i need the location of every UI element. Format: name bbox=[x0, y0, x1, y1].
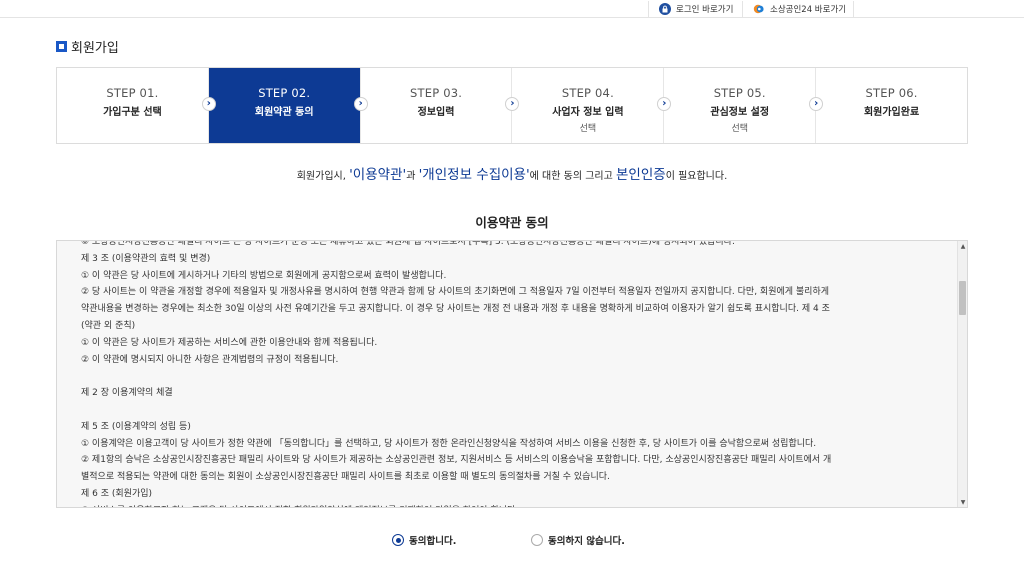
disagree-label: 동의하지 않습니다. bbox=[548, 536, 625, 547]
terms-line: ① 이 약관은 당 사이트에 게시하거나 기타의 방법으로 회원에게 공지함으로… bbox=[81, 270, 447, 281]
top-utility-bar: 로그인 바로가기 소상공인24 바로가기 bbox=[0, 0, 1024, 18]
page-title-text: 회원가입 bbox=[71, 41, 119, 56]
step-number: STEP 06. bbox=[865, 86, 918, 100]
chevron-right-icon: › bbox=[505, 97, 520, 111]
notice-highlight-verification: 본인인증 bbox=[616, 167, 666, 183]
terms-line bbox=[81, 402, 957, 419]
step-4: › STEP 04. 사업자 정보 입력 선택 bbox=[505, 68, 664, 143]
notice-text: 에 대한 동의 그리고 bbox=[529, 171, 616, 182]
notice-highlight-terms: '이용약관' bbox=[349, 167, 407, 183]
step-number: STEP 01. bbox=[106, 86, 159, 100]
disagree-radio[interactable] bbox=[531, 534, 543, 546]
scroll-thumb[interactable] bbox=[959, 281, 966, 315]
terms-line: 제 2 장 이용계약의 체결 bbox=[81, 388, 173, 399]
terms-line: 제 5 조 (이용계약의 성립 등) bbox=[81, 421, 191, 432]
agree-option[interactable]: 동의합니다. bbox=[392, 533, 456, 547]
step-number: STEP 04. bbox=[561, 86, 614, 100]
step-name: 회원가입완료 bbox=[863, 107, 920, 118]
agree-label: 동의합니다. bbox=[409, 536, 457, 547]
terms-line: 별적으로 적용되는 약관에 대한 동의는 회원이 소상공인시장진흥공단 패밀리 … bbox=[81, 472, 610, 483]
agree-radio[interactable] bbox=[392, 534, 404, 546]
scroll-down-arrow-icon[interactable]: ▼ bbox=[958, 497, 967, 507]
lock-icon bbox=[659, 3, 671, 15]
terms-line: ② 당 사이트는 이 약관을 개정할 경우에 적용일자 및 개정사유를 명시하여… bbox=[81, 287, 830, 298]
terms-line: ⑥ 소상공인시장진흥공단 패밀리 사이트 는 당 사이트가 운영 또는 제휴하고… bbox=[81, 240, 735, 247]
page-title: 회원가입 bbox=[56, 37, 119, 56]
terms-line: 제 6 조 (회원가입) bbox=[81, 488, 153, 499]
step-5: › STEP 05. 관심정보 설정 선택 bbox=[657, 68, 816, 143]
terms-line: (약관 외 준칙) bbox=[81, 320, 136, 331]
step-name: 사업자 정보 입력 bbox=[552, 107, 624, 118]
terms-line: ① 이 약관은 당 사이트가 제공하는 서비스에 관한 이용안내와 함께 적용됩… bbox=[81, 337, 378, 348]
login-shortcut-label: 로그인 바로가기 bbox=[676, 5, 734, 15]
terms-line: ① 이용계약은 이용고객이 당 사이트가 정한 약관에 「동의합니다」를 선택하… bbox=[81, 438, 817, 449]
step-optional-note: 선택 bbox=[579, 124, 597, 134]
signup-step-bar: STEP 01. 가입구분 선택 › STEP 02. 회원약관 동의 › ST… bbox=[56, 67, 968, 144]
notice-text: 회원가입시, bbox=[296, 171, 350, 182]
step-3: › STEP 03. 정보입력 bbox=[353, 68, 512, 143]
step-number: STEP 03. bbox=[410, 86, 463, 100]
step-1: STEP 01. 가입구분 선택 bbox=[57, 68, 208, 143]
step-2: › STEP 02. 회원약관 동의 bbox=[201, 68, 360, 143]
step-name: 회원약관 동의 bbox=[254, 107, 314, 118]
notice-text: 이 필요합니다. bbox=[665, 171, 728, 182]
sbz24-shortcut-link[interactable]: 소상공인24 바로가기 bbox=[742, 1, 854, 17]
step-number: STEP 05. bbox=[713, 86, 766, 100]
step-optional-note: 선택 bbox=[731, 124, 748, 134]
step-name: 정보입력 bbox=[417, 107, 455, 118]
terms-line: ② 제1항의 승낙은 소상공인시장진흥공단 패밀리 사이트와 당 사이트가 제공… bbox=[81, 455, 832, 466]
terms-line: ② 이 약관에 명시되지 아니한 사항은 관계법령의 규정이 적용됩니다. bbox=[81, 354, 339, 365]
scroll-up-arrow-icon[interactable]: ▲ bbox=[958, 241, 967, 251]
terms-line: 제 3 조 (이용약관의 효력 및 변경) bbox=[81, 253, 211, 264]
terms-line bbox=[81, 368, 957, 385]
notice-text: 과 bbox=[406, 171, 419, 182]
step-name: 가입구분 선택 bbox=[103, 107, 162, 118]
sbz24-shortcut-label: 소상공인24 바로가기 bbox=[770, 5, 847, 15]
terms-scrollbar[interactable]: ▲ ▼ bbox=[957, 241, 967, 507]
login-shortcut-link[interactable]: 로그인 바로가기 bbox=[648, 1, 740, 17]
notice-highlight-privacy: '개인정보 수집이용' bbox=[418, 167, 530, 183]
terms-line: 약관내용을 변경하는 경우에는 최소한 30일 이상의 사전 유예기간을 두고 … bbox=[81, 304, 830, 315]
square-bullet-icon bbox=[56, 41, 67, 52]
disagree-option[interactable]: 동의하지 않습니다. bbox=[531, 533, 625, 547]
step-6: › STEP 06. 회원가입완료 bbox=[809, 68, 967, 143]
step-name: 관심정보 설정 bbox=[710, 107, 770, 118]
sbz24-logo-icon bbox=[753, 3, 765, 15]
signup-requirement-notice: 회원가입시, '이용약관'과 '개인정보 수집이용'에 대한 동의 그리고 본인… bbox=[0, 163, 1024, 183]
terms-scroll-box[interactable]: ⑥ 소상공인시장진흥공단 패밀리 사이트 는 당 사이트가 운영 또는 제휴하고… bbox=[56, 240, 968, 508]
terms-content: ⑥ 소상공인시장진흥공단 패밀리 사이트 는 당 사이트가 운영 또는 제휴하고… bbox=[81, 240, 957, 507]
terms-line: ① 서비스를 이용하고자 하는 고객은 당 사이트에서 정한 회원가입양식에 개… bbox=[81, 503, 957, 507]
terms-section-title: 이용약관 동의 bbox=[475, 215, 549, 230]
chevron-right-icon: › bbox=[809, 97, 824, 111]
chevron-right-icon: › bbox=[201, 97, 216, 111]
chevron-right-icon: › bbox=[353, 97, 368, 111]
terms-agreement-options: 동의합니다. 동의하지 않습니다. bbox=[0, 533, 1024, 547]
chevron-right-icon: › bbox=[657, 97, 672, 111]
step-number: STEP 02. bbox=[258, 86, 311, 100]
